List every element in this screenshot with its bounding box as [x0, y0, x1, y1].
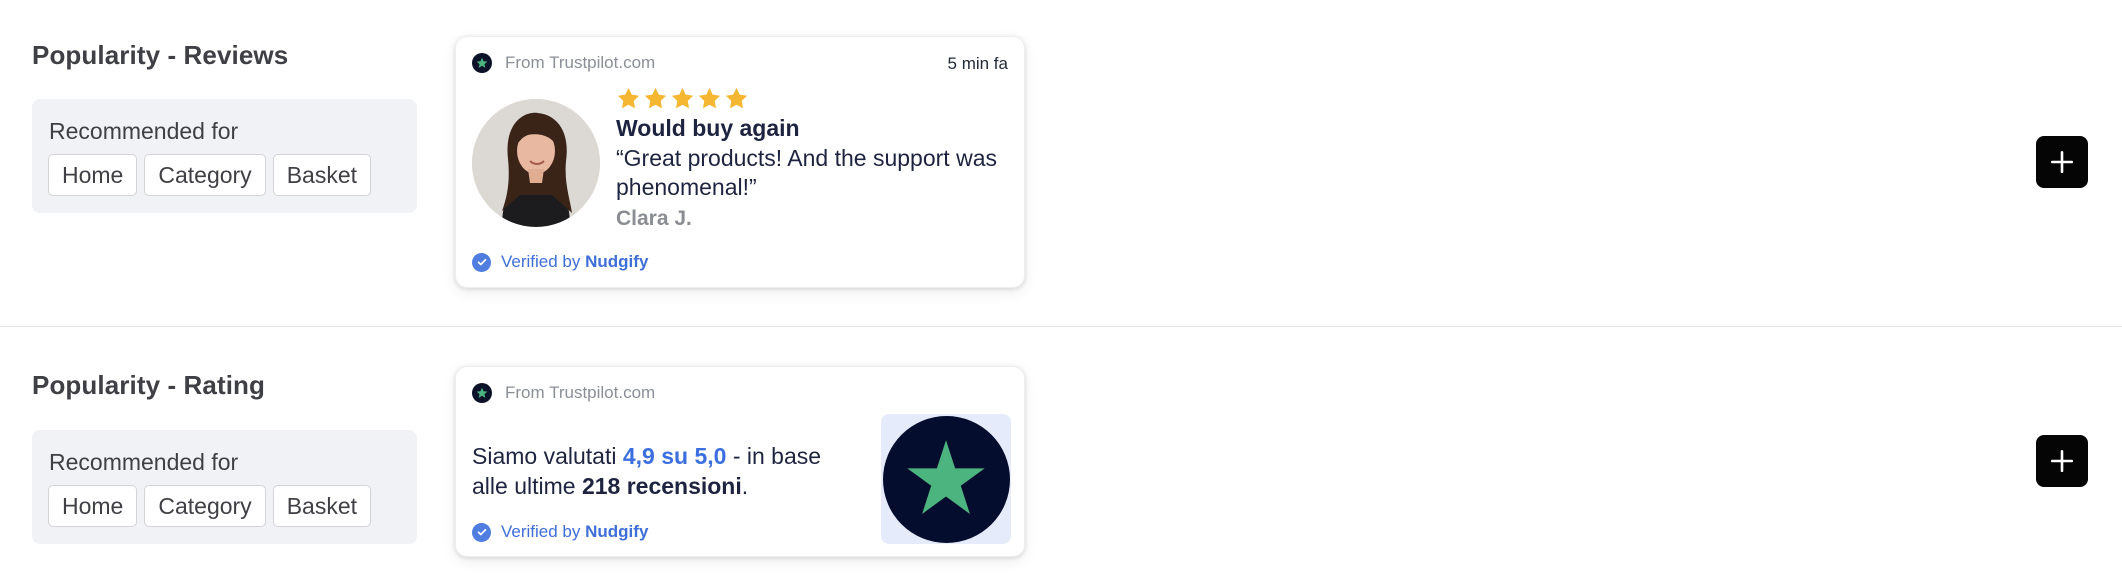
chip-basket[interactable]: Basket: [272, 485, 372, 527]
trustpilot-logo: [882, 415, 1010, 543]
source-text: From Trustpilot.com: [505, 383, 656, 402]
verified-brand: Nudgify: [585, 522, 649, 541]
recommended-chips: Home Category Basket: [48, 154, 372, 196]
section-popularity-reviews: Popularity - Reviews Recommended for Hom…: [0, 0, 2122, 327]
rating-card[interactable]: From Trustpilot.com Siamo valutati 4,9 s…: [455, 366, 1025, 557]
chip-home[interactable]: Home: [48, 485, 138, 527]
rating-text: Siamo valutati 4,9 su 5,0 - in base alle…: [472, 441, 852, 501]
star-icon: [671, 87, 694, 108]
timestamp: 5 min fa: [947, 54, 1008, 73]
recommended-chips: Home Category Basket: [48, 485, 372, 527]
star-icon: [617, 87, 640, 108]
source: From Trustpilot.com: [472, 53, 655, 73]
avatar: [472, 99, 600, 227]
review-author: Clara J.: [616, 207, 692, 230]
section-popularity-rating: Popularity - Rating Recommended for Home…: [0, 327, 2122, 588]
star-icon: [698, 87, 721, 108]
rating-value: 4,9 su 5,0: [622, 443, 727, 469]
add-button[interactable]: [2036, 136, 2088, 188]
chip-category[interactable]: Category: [144, 154, 266, 196]
review-quote: “Great products! And the support was phe…: [616, 145, 997, 200]
check-circle-icon: [472, 522, 491, 542]
plus-icon: [2050, 150, 2074, 174]
review-card[interactable]: From Trustpilot.com 5 min fa Would buy a…: [455, 36, 1025, 288]
review-content: Would buy again “Great products! And the…: [616, 83, 1016, 234]
verified-prefix: Verified by: [501, 252, 581, 271]
verified-badge: Verified by Nudgify: [472, 522, 648, 542]
source-text: From Trustpilot.com: [505, 53, 656, 72]
trustpilot-icon: [472, 383, 492, 403]
verified-badge: Verified by Nudgify: [472, 252, 648, 272]
plus-icon: [2050, 449, 2074, 473]
add-button[interactable]: [2036, 435, 2088, 487]
chip-home[interactable]: Home: [48, 154, 138, 196]
trustpilot-logo-box: [881, 414, 1011, 544]
recommended-for-box: Recommended for Home Category Basket: [32, 99, 417, 213]
chip-basket[interactable]: Basket: [272, 154, 372, 196]
source: From Trustpilot.com: [472, 383, 655, 403]
star-rating: [616, 83, 1016, 113]
trustpilot-icon: [472, 53, 492, 73]
section-title: Popularity - Reviews: [32, 40, 289, 70]
star-icon: [725, 87, 748, 108]
recommended-for-box: Recommended for Home Category Basket: [32, 430, 417, 544]
section-title: Popularity - Rating: [32, 370, 266, 400]
review-title: Would buy again: [616, 115, 800, 141]
verified-brand: Nudgify: [585, 252, 649, 271]
rating-prefix: Siamo valutati: [472, 443, 617, 469]
recommended-for-label: Recommended for: [49, 118, 239, 144]
verified-prefix: Verified by: [501, 522, 581, 541]
chip-category[interactable]: Category: [144, 485, 266, 527]
rating-count: 218 recensioni: [581, 473, 742, 499]
recommended-for-label: Recommended for: [49, 449, 239, 475]
check-circle-icon: [472, 252, 491, 272]
rating-suffix: .: [741, 473, 749, 499]
star-icon: [644, 87, 667, 108]
